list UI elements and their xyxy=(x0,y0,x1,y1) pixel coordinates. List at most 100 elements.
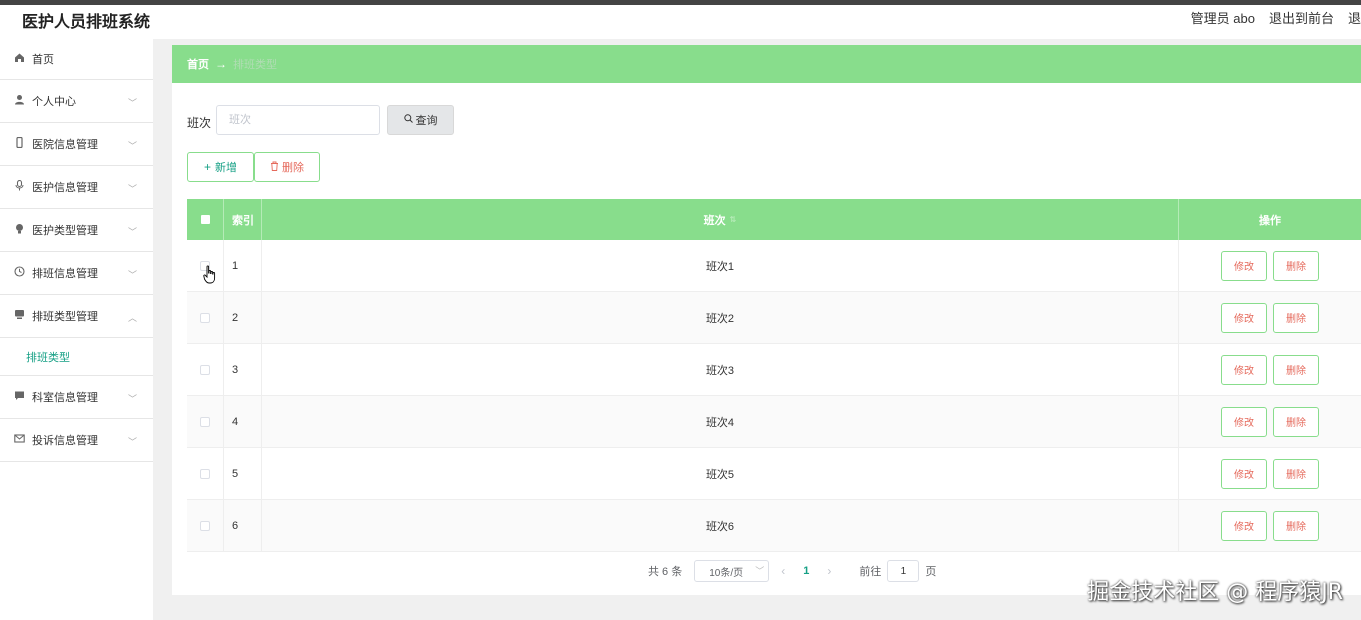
row-ops: 修改 删除 xyxy=(1179,292,1361,343)
table-row: 6 班次6 修改 删除 xyxy=(187,500,1361,552)
pagination: 共 6 条 10条/页 ﹀ ‹ 1 › 前往 1 页 xyxy=(648,560,936,582)
bulb-icon xyxy=(14,223,25,237)
hand-cursor-icon xyxy=(203,265,216,284)
sidebar-item-schedule-info[interactable]: 排班信息管理 ﹀ xyxy=(0,252,153,295)
chevron-down-icon: ﹀ xyxy=(127,437,137,447)
sidebar-item-label: 排班信息管理 xyxy=(32,268,98,280)
sidebar-item-complaint-info[interactable]: 投诉信息管理 ﹀ xyxy=(0,419,153,462)
sidebar-item-hospital-info[interactable]: 医院信息管理 ﹀ xyxy=(0,123,153,166)
header-name[interactable]: 班次 ⇅ xyxy=(262,199,1179,240)
row-delete-button[interactable]: 删除 xyxy=(1273,510,1319,541)
prev-page-icon[interactable]: ‹ xyxy=(781,564,785,578)
row-name: 班次2 xyxy=(262,292,1179,343)
sidebar-item-department-info[interactable]: 科室信息管理 ﹀ xyxy=(0,376,153,419)
breadcrumb-home[interactable]: 首页 xyxy=(187,56,209,72)
sidebar-item-schedule-type[interactable]: 排班类型管理 ︿ xyxy=(0,295,153,338)
row-checkbox[interactable] xyxy=(200,364,210,375)
row-delete-button[interactable]: 删除 xyxy=(1273,406,1319,437)
search-button-label: 查询 xyxy=(415,115,438,127)
sidebar-item-staff-type[interactable]: 医护类型管理 ﹀ xyxy=(0,209,153,252)
sidebar-item-label: 个人中心 xyxy=(32,96,76,108)
row-checkbox-cell xyxy=(187,448,224,499)
edit-button[interactable]: 修改 xyxy=(1221,250,1267,281)
search-label: 班次 xyxy=(187,116,212,130)
monitor-icon xyxy=(14,309,25,323)
row-delete-button[interactable]: 删除 xyxy=(1273,250,1319,281)
sidebar-item-label: 医护信息管理 xyxy=(32,182,98,194)
logout-link[interactable]: 退 xyxy=(1348,8,1361,27)
next-page-icon[interactable]: › xyxy=(827,564,831,578)
row-delete-button[interactable]: 删除 xyxy=(1273,354,1319,385)
table-row: 3 班次3 修改 删除 xyxy=(187,344,1361,396)
breadcrumb-arrow-icon: → xyxy=(215,57,227,71)
goto-page-input[interactable]: 1 xyxy=(887,560,920,582)
exit-to-front-link[interactable]: 退出到前台 xyxy=(1269,8,1334,27)
table-row: 4 班次4 修改 删除 xyxy=(187,396,1361,448)
chevron-down-icon: ﹀ xyxy=(127,98,137,108)
search-button[interactable]: 查询 xyxy=(387,105,454,135)
add-button[interactable]: + 新增 xyxy=(187,152,254,182)
row-delete-button[interactable]: 删除 xyxy=(1273,302,1319,333)
table-row: 1 班次1 修改 删除 xyxy=(187,240,1361,292)
clock-icon xyxy=(14,266,25,280)
row-index: 1 xyxy=(224,240,262,291)
edit-button[interactable]: 修改 xyxy=(1221,510,1267,541)
sidebar-item-personal-center[interactable]: 个人中心 ﹀ xyxy=(0,80,153,123)
row-delete-button[interactable]: 删除 xyxy=(1273,458,1319,489)
sidebar-item-label: 首页 xyxy=(32,54,54,66)
sidebar-subitem-schedule-type[interactable]: 排班类型 xyxy=(0,338,153,376)
table-header: 索引 班次 ⇅ 操作 xyxy=(187,199,1361,240)
home-icon xyxy=(14,52,25,66)
edit-button[interactable]: 修改 xyxy=(1221,406,1267,437)
sort-icon[interactable]: ⇅ xyxy=(730,215,737,224)
chevron-up-icon: ︿ xyxy=(127,313,137,323)
sidebar-item-label: 科室信息管理 xyxy=(32,392,98,404)
main-panel: 首页 → 排班类型 班次 查询 + 新增 删除 索引 班次 ⇅ 操作 xyxy=(172,45,1361,595)
edit-button[interactable]: 修改 xyxy=(1221,458,1267,489)
search-input[interactable] xyxy=(216,105,380,135)
top-header: 医护人员排班系统 管理员 abo 退出到前台 退 xyxy=(0,5,1361,39)
top-right-links: 管理员 abo 退出到前台 退 xyxy=(1177,8,1361,27)
search-icon xyxy=(403,114,413,126)
table-body: 1 班次1 修改 删除 2 班次2 修改 删除 3 班次3 修改 删除 4 班次4 修改 删除 5 班次5 修改 删除… xyxy=(187,240,1361,552)
edit-button[interactable]: 修改 xyxy=(1221,354,1267,385)
sidebar-item-label: 医院信息管理 xyxy=(32,139,98,151)
row-index: 4 xyxy=(224,396,262,447)
row-name: 班次3 xyxy=(262,344,1179,395)
row-index: 3 xyxy=(224,344,262,395)
sidebar-item-medical-staff-info[interactable]: 医护信息管理 ﹀ xyxy=(0,166,153,209)
breadcrumb: 首页 → 排班类型 xyxy=(172,45,1361,83)
chevron-down-icon: ﹀ xyxy=(127,227,137,237)
row-checkbox[interactable] xyxy=(200,468,210,479)
sidebar-item-home[interactable]: 首页 xyxy=(0,39,153,80)
plus-icon: + xyxy=(203,160,211,174)
chevron-down-icon: ﹀ xyxy=(127,141,137,151)
row-checkbox[interactable] xyxy=(200,416,210,427)
row-checkbox[interactable] xyxy=(200,520,210,531)
page-unit-label: 页 xyxy=(925,566,937,578)
row-checkbox[interactable] xyxy=(200,312,210,323)
admin-user-label: 管理员 abo xyxy=(1190,11,1255,26)
data-table: 索引 班次 ⇅ 操作 1 班次1 修改 删除 2 班次2 修改 删除 3 班次3 修改 删除 4 班次4 修… xyxy=(187,199,1361,552)
select-all-checkbox[interactable] xyxy=(200,215,210,224)
page-number[interactable]: 1 xyxy=(803,565,809,577)
row-name: 班次5 xyxy=(262,448,1179,499)
breadcrumb-current: 排班类型 xyxy=(233,59,277,71)
row-index: 5 xyxy=(224,448,262,499)
row-name: 班次4 xyxy=(262,396,1179,447)
edit-button[interactable]: 修改 xyxy=(1221,302,1267,333)
chevron-down-icon: ﹀ xyxy=(127,394,137,404)
header-checkbox-cell xyxy=(187,199,224,240)
add-button-label: 新增 xyxy=(215,162,237,174)
row-checkbox-cell xyxy=(187,396,224,447)
row-name: 班次1 xyxy=(262,240,1179,291)
row-ops: 修改 删除 xyxy=(1179,500,1361,551)
delete-button[interactable]: 删除 xyxy=(254,152,320,182)
microphone-icon xyxy=(14,179,25,194)
watermark-text: 掘金技术社区 @ 程序猿JR xyxy=(1087,580,1343,605)
app-title: 医护人员排班系统 xyxy=(22,14,151,31)
chevron-down-icon: ﹀ xyxy=(127,270,137,280)
row-ops: 修改 删除 xyxy=(1179,448,1361,499)
page-size-select[interactable]: 10条/页 ﹀ xyxy=(694,560,770,582)
row-ops: 修改 删除 xyxy=(1179,344,1361,395)
